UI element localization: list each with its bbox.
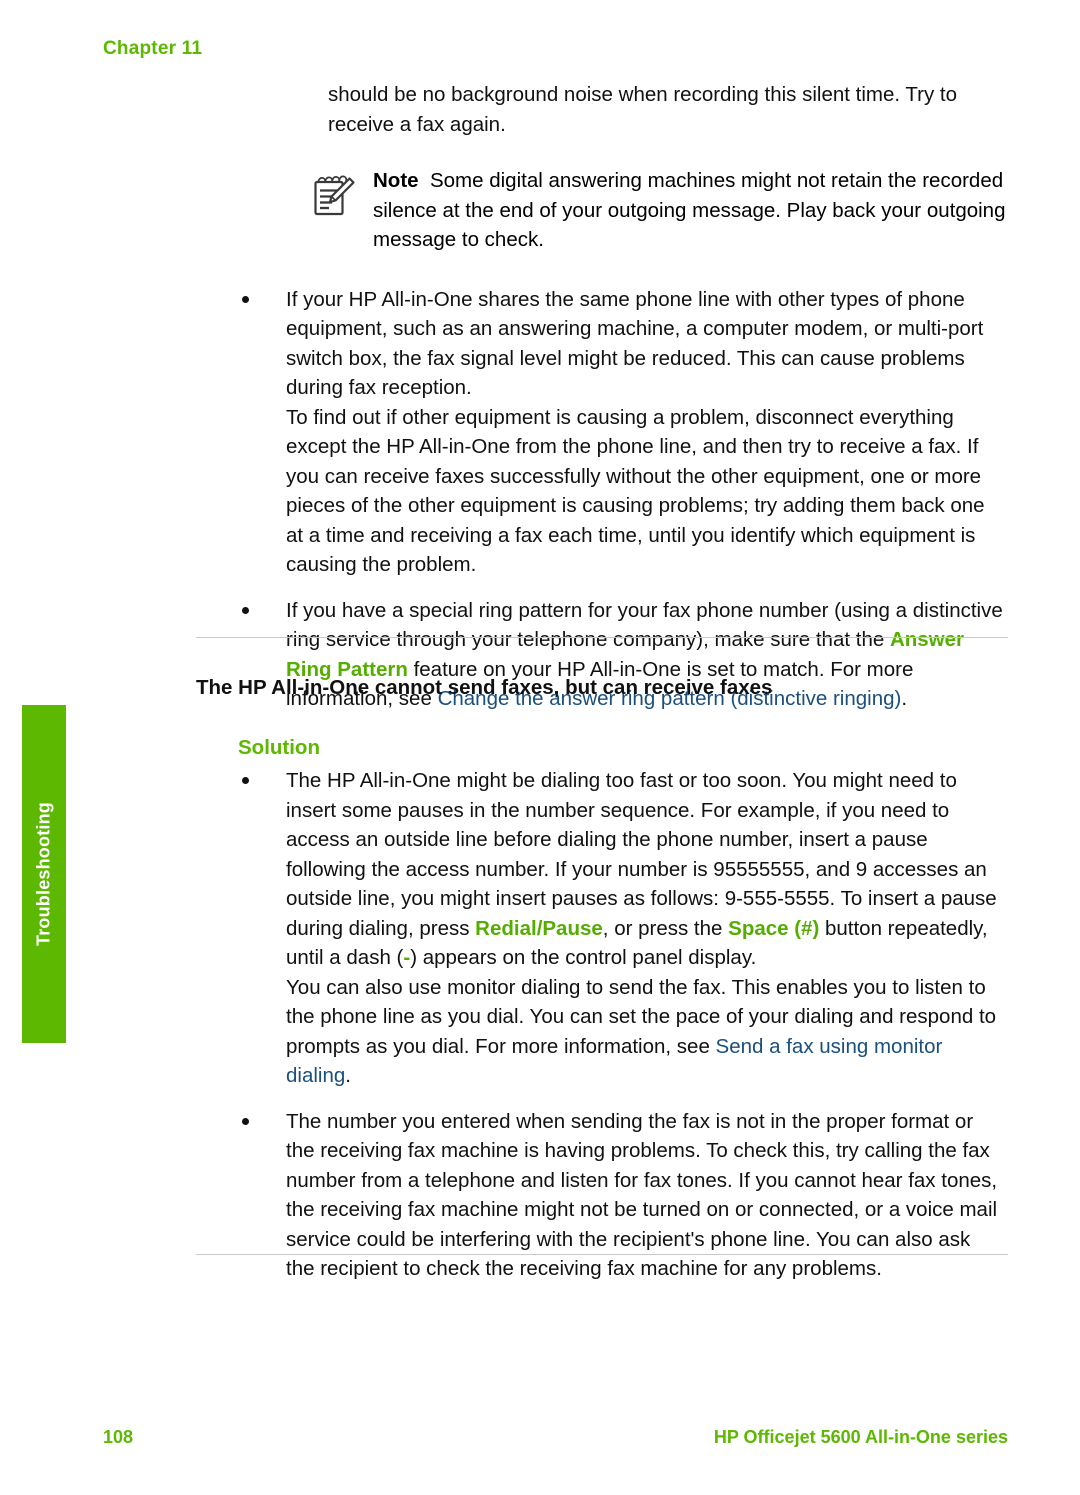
solution-heading: Solution xyxy=(238,736,320,759)
note-text-wrapper: Note Some digital answering machines mig… xyxy=(362,166,1010,255)
section-side-tab: Troubleshooting xyxy=(22,705,66,1043)
section-divider-top xyxy=(196,637,1008,638)
list-item: The HP All-in-One might be dialing too f… xyxy=(196,766,1004,1091)
bullet-text-part: . xyxy=(345,1064,351,1087)
list-item: If your HP All-in-One shares the same ph… xyxy=(196,285,1004,580)
note-callout: Note Some digital answering machines mig… xyxy=(310,166,1010,255)
bullet-paragraph-rich: The HP All-in-One might be dialing too f… xyxy=(286,766,1004,973)
footer-product-name: HP Officejet 5600 All-in-One series xyxy=(713,1427,1008,1447)
solution-content: The HP All-in-One might be dialing too f… xyxy=(196,766,1008,1284)
bullet-dot-icon xyxy=(242,606,249,614)
bullet-text-part: , or press the xyxy=(602,916,729,940)
chapter-header: Chapter 11 xyxy=(103,38,203,59)
section-heading: The HP All-in-One cannot send faxes, but… xyxy=(196,676,773,699)
note-label: Note xyxy=(373,169,419,192)
bullet-dot-icon xyxy=(242,295,249,303)
top-bullet-list: If your HP All-in-One shares the same ph… xyxy=(196,285,1008,714)
bullet-paragraph: If your HP All-in-One shares the same ph… xyxy=(286,287,984,400)
bullet-paragraph: To find out if other equipment is causin… xyxy=(286,405,985,577)
bullet-text-part: . xyxy=(901,687,908,710)
intro-paragraph: should be no background noise when recor… xyxy=(328,83,958,136)
side-tab-label: Troubleshooting xyxy=(33,802,54,946)
bullet-text-part: The HP All-in-One might be dialing too f… xyxy=(286,769,997,940)
list-item: The number you entered when sending the … xyxy=(196,1107,1004,1284)
bullet-paragraph-rich: You can also use monitor dialing to send… xyxy=(286,973,1004,1091)
footer-page-number: 108 xyxy=(103,1427,134,1447)
bullet-dot-icon xyxy=(242,1117,249,1125)
bullet-dot-icon xyxy=(242,777,249,784)
bullet-text-part: ) appears on the control panel display. xyxy=(410,946,757,969)
document-page: Chapter 11 Troubleshooting should be no … xyxy=(0,0,1080,1495)
ui-button-space-hash: Space (#) xyxy=(728,916,820,940)
page-content: should be no background noise when recor… xyxy=(196,80,1008,714)
solution-bullet-list: The HP All-in-One might be dialing too f… xyxy=(196,766,1008,1284)
bullet-paragraph: The number you entered when sending the … xyxy=(286,1109,998,1281)
ui-button-redial-pause: Redial/Pause xyxy=(475,916,603,940)
note-text: Some digital answering machines might no… xyxy=(373,169,1006,251)
note-pad-pencil-icon xyxy=(310,166,362,223)
